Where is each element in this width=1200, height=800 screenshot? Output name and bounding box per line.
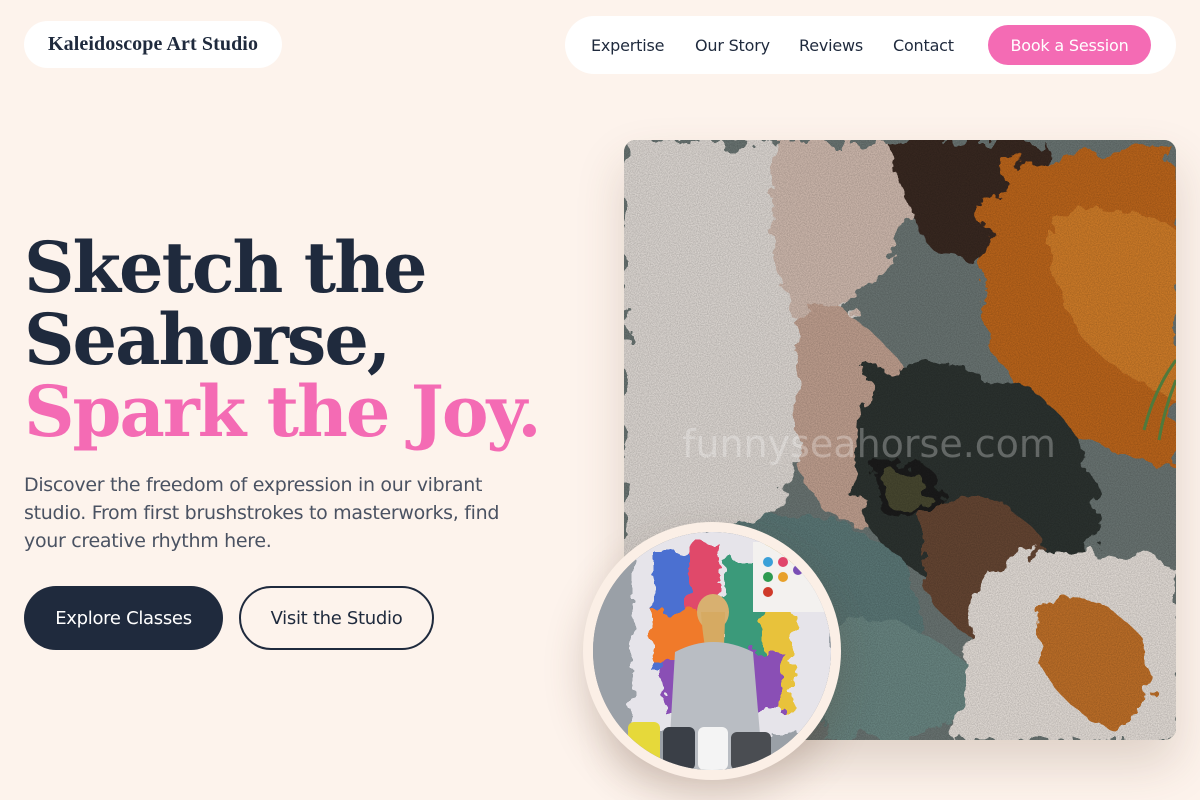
child-painting-graphic	[593, 532, 831, 770]
logo-text: Kaleidoscope Art Studio	[47, 33, 259, 55]
book-session-button[interactable]: Book a Session	[988, 25, 1151, 65]
nav-link-expertise[interactable]: Expertise	[591, 16, 664, 74]
explore-classes-button[interactable]: Explore Classes	[24, 586, 223, 650]
hero-title-line1: Sketch the	[24, 226, 428, 309]
nav-link-our-story[interactable]: Our Story	[695, 16, 770, 74]
hero-title: Sketch the Seahorse, Spark the Joy.	[24, 232, 584, 448]
hero-title-accent: Spark the Joy.	[24, 370, 542, 453]
main-nav: Expertise Our Story Reviews Contact Book…	[565, 16, 1176, 74]
nav-link-reviews[interactable]: Reviews	[799, 16, 863, 74]
logo[interactable]: Kaleidoscope Art Studio	[24, 21, 282, 68]
hero-description: Discover the freedom of expression in ou…	[24, 474, 500, 552]
landing-page: Kaleidoscope Art Studio Expertise Our St…	[0, 0, 1200, 800]
child-painting-photo	[593, 532, 831, 770]
hero-title-line2: Seahorse,	[24, 298, 391, 381]
visit-studio-button[interactable]: Visit the Studio	[239, 586, 434, 650]
child-painting-image	[583, 522, 841, 780]
nav-link-contact[interactable]: Contact	[893, 16, 954, 74]
